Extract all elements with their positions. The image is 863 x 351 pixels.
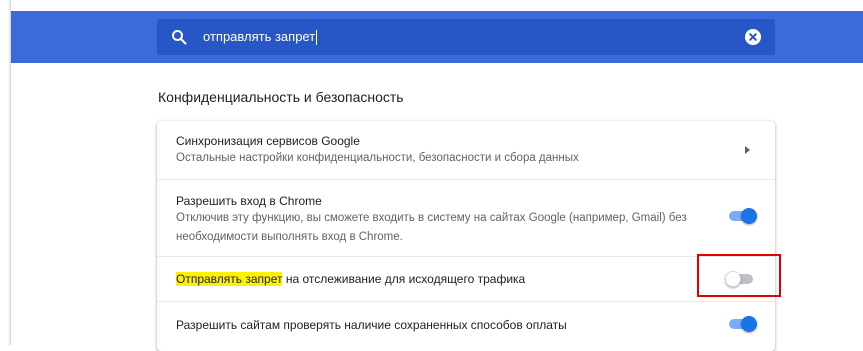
window-edge [0,0,11,345]
search-icon [172,30,187,45]
row-subtitle: Остальные настройки конфиденциальности, … [176,152,579,164]
annotation-highlight-box [697,254,781,297]
row-subtitle-line2: необходимости выполнять вход в Chrome. [176,231,403,243]
close-icon[interactable] [745,29,761,45]
do-not-track-row[interactable]: Отправлять запрет на отслеживание для ис… [157,257,775,302]
search-match-highlight: Отправлять запрет [176,272,283,286]
search-field[interactable]: отправлять запрет [157,19,775,55]
row-subtitle-line1: Отключив эту функцию, вы сможете входить… [176,212,687,224]
search-query: отправлять запрет [203,29,316,44]
text-caret [316,30,318,46]
settings-header: отправлять запрет [11,11,863,63]
row-title: Разрешить вход в Chrome [176,194,322,208]
section-title: Конфиденциальность и безопасность [158,89,404,105]
payment-methods-row[interactable]: Разрешить сайтам проверять наличие сохра… [157,302,775,351]
payment-methods-toggle[interactable] [727,316,757,332]
row-title: Разрешить сайтам проверять наличие сохра… [176,318,567,332]
chevron-right-icon[interactable] [745,146,750,154]
search-input[interactable]: отправлять запрет [203,19,318,55]
row-title: Отправлять запрет на отслеживание для ис… [176,272,525,286]
sync-services-row[interactable]: Синхронизация сервисов Google Остальные … [157,121,775,180]
settings-card: Синхронизация сервисов Google Остальные … [157,121,775,351]
row-title-rest: на отслеживание для исходящего трафика [282,272,526,286]
row-title: Синхронизация сервисов Google [176,134,360,148]
toggle-knob [741,316,757,332]
allow-chrome-signin-row[interactable]: Разрешить вход в Chrome Отключив эту фун… [157,180,775,257]
allow-signin-toggle[interactable] [727,208,757,224]
toggle-knob [741,208,757,224]
